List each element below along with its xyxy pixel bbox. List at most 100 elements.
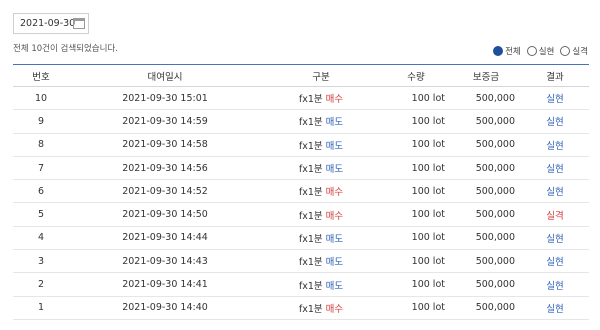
cell-no: 2 bbox=[37, 279, 45, 291]
side-label: 매수 bbox=[325, 187, 344, 199]
cell-result: 실현 bbox=[546, 164, 564, 176]
cell-qty: 100 lot bbox=[411, 232, 445, 244]
cell-type: fx1분 매수 bbox=[261, 203, 381, 226]
cell-no: 4 bbox=[37, 232, 45, 244]
side-label: 매수 bbox=[325, 94, 344, 106]
cell-qty: 100 lot bbox=[411, 209, 445, 221]
result-count-text: 전체 10건이 검색되었습니다. bbox=[13, 44, 118, 54]
cell-datetime: 2021-09-30 14:41 bbox=[122, 279, 208, 291]
type-label: fx1분 bbox=[298, 117, 323, 129]
cell-datetime: 2021-09-30 14:52 bbox=[122, 185, 208, 197]
cell-deposit: 500,000 bbox=[475, 255, 515, 267]
cell-qty: 100 lot bbox=[411, 302, 445, 314]
cell-deposit: 500,000 bbox=[475, 232, 515, 244]
filter-radio-all[interactable]: 전체 bbox=[493, 45, 521, 57]
cell-no: 5 bbox=[37, 209, 45, 221]
cell-datetime: 2021-09-30 14:59 bbox=[122, 115, 208, 127]
cell-result: 실현 bbox=[546, 257, 564, 269]
result-filter-group: 전체 실현 실격 bbox=[493, 45, 588, 57]
cell-deposit: 500,000 bbox=[475, 209, 515, 221]
cell-deposit: 500,000 bbox=[475, 162, 515, 174]
cell-qty: 100 lot bbox=[411, 115, 445, 127]
side-label: 매도 bbox=[325, 257, 344, 269]
history-table: 번호 대여일시 구분 수량 보증금 결과 10 2021-09-30 15:01 f… bbox=[13, 64, 589, 320]
type-label: fx1분 bbox=[298, 210, 323, 222]
cell-type: fx1분 매도 bbox=[261, 133, 381, 156]
date-input[interactable]: 2021-09-30 bbox=[13, 13, 89, 34]
cell-result: 실현 bbox=[546, 117, 564, 129]
table-row: 1 2021-09-30 14:40 fx1분 매수 100 lot 500,000 실현 bbox=[13, 296, 589, 320]
type-label: fx1분 bbox=[298, 303, 323, 315]
radio-icon[interactable] bbox=[560, 46, 571, 56]
cell-no: 8 bbox=[37, 139, 45, 151]
table-row: 5 2021-09-30 14:50 fx1분 매수 100 lot 500,000 실격 bbox=[13, 203, 589, 227]
type-label: fx1분 bbox=[298, 187, 323, 199]
cell-qty: 100 lot bbox=[411, 185, 445, 197]
cell-datetime: 2021-09-30 14:58 bbox=[122, 139, 208, 151]
type-label: fx1분 bbox=[298, 280, 323, 292]
cell-type: fx1분 매수 bbox=[261, 180, 381, 203]
column-header-qty: 수량 bbox=[407, 71, 425, 83]
cell-qty: 100 lot bbox=[411, 255, 445, 267]
cell-datetime: 2021-09-30 14:40 bbox=[122, 302, 208, 314]
cell-type: fx1분 매도 bbox=[261, 250, 381, 273]
cell-type: fx1분 매도 bbox=[261, 273, 381, 296]
filter-label: 실격 bbox=[572, 47, 588, 57]
cell-result: 실현 bbox=[546, 280, 564, 292]
type-label: fx1분 bbox=[298, 140, 323, 152]
table-row: 8 2021-09-30 14:58 fx1분 매도 100 lot 500,000 실현 bbox=[13, 133, 589, 157]
cell-datetime: 2021-09-30 14:56 bbox=[122, 162, 208, 174]
column-header-datetime: 대여일시 bbox=[147, 71, 183, 83]
filter-label: 전체 bbox=[505, 47, 521, 57]
side-label: 매수 bbox=[325, 303, 344, 315]
cell-result: 실현 bbox=[546, 94, 564, 106]
column-header-result: 결과 bbox=[546, 71, 564, 83]
filter-radio-disqualified[interactable]: 실격 bbox=[560, 45, 588, 57]
cell-deposit: 500,000 bbox=[475, 92, 515, 104]
column-header-no: 번호 bbox=[32, 71, 50, 83]
cell-datetime: 2021-09-30 15:01 bbox=[122, 92, 208, 104]
date-value: 2021-09-30 bbox=[20, 18, 76, 29]
side-label: 매도 bbox=[325, 140, 344, 152]
cell-datetime: 2021-09-30 14:43 bbox=[122, 255, 208, 267]
cell-datetime: 2021-09-30 14:44 bbox=[122, 232, 208, 244]
cell-no: 1 bbox=[37, 302, 45, 314]
table-row: 4 2021-09-30 14:44 fx1분 매도 100 lot 500,000 실현 bbox=[13, 226, 589, 250]
table-row: 2 2021-09-30 14:41 fx1분 매도 100 lot 500,000 실현 bbox=[13, 273, 589, 297]
cell-qty: 100 lot bbox=[411, 92, 445, 104]
cell-no: 10 bbox=[34, 92, 48, 104]
radio-icon[interactable] bbox=[493, 46, 504, 56]
cell-no: 9 bbox=[37, 115, 45, 127]
table-header-row: 번호 대여일시 구분 수량 보증금 결과 bbox=[13, 64, 589, 87]
cell-datetime: 2021-09-30 14:50 bbox=[122, 209, 208, 221]
radio-icon[interactable] bbox=[526, 46, 537, 56]
cell-result: 실격 bbox=[546, 210, 564, 222]
cell-deposit: 500,000 bbox=[475, 185, 515, 197]
cell-deposit: 500,000 bbox=[475, 139, 515, 151]
cell-type: fx1분 매도 bbox=[261, 226, 381, 249]
side-label: 매도 bbox=[325, 164, 344, 176]
column-header-deposit: 보증금 bbox=[472, 71, 500, 83]
side-label: 매도 bbox=[325, 117, 344, 129]
cell-type: fx1분 매도 bbox=[261, 156, 381, 179]
filter-radio-realized[interactable]: 실현 bbox=[526, 45, 555, 57]
type-label: fx1분 bbox=[298, 233, 323, 245]
table-row: 6 2021-09-30 14:52 fx1분 매수 100 lot 500,000 실현 bbox=[13, 180, 589, 203]
type-label: fx1분 bbox=[298, 164, 323, 176]
cell-result: 실현 bbox=[546, 140, 564, 152]
table-row: 10 2021-09-30 15:01 fx1분 매수 100 lot 500,000 실… bbox=[13, 87, 589, 110]
filter-label: 실현 bbox=[538, 47, 555, 57]
type-label: fx1분 bbox=[298, 94, 323, 106]
cell-no: 6 bbox=[37, 185, 45, 197]
cell-result: 실현 bbox=[546, 187, 564, 199]
cell-type: fx1분 매수 bbox=[261, 296, 381, 319]
cell-type: fx1분 매수 bbox=[261, 87, 381, 110]
cell-qty: 100 lot bbox=[411, 139, 445, 151]
cell-deposit: 500,000 bbox=[475, 302, 515, 314]
table-row: 7 2021-09-30 14:56 fx1분 매도 100 lot 500,000 실현 bbox=[13, 156, 589, 180]
side-label: 매도 bbox=[325, 233, 344, 245]
cell-type: fx1분 매도 bbox=[261, 110, 381, 133]
table-row: 3 2021-09-30 14:43 fx1분 매도 100 lot 500,000 실현 bbox=[13, 250, 589, 273]
calendar-icon[interactable] bbox=[73, 18, 85, 29]
cell-deposit: 500,000 bbox=[475, 279, 515, 291]
